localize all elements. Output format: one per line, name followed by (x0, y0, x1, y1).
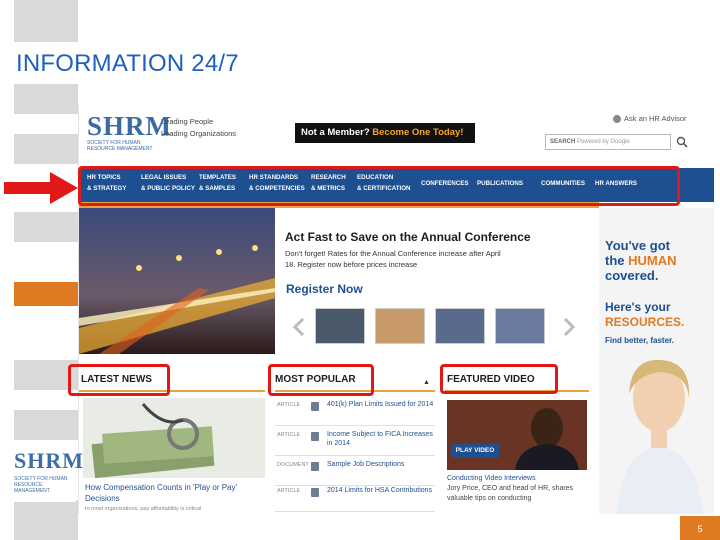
slide-deco-bar (14, 0, 78, 42)
carousel-thumb[interactable] (315, 308, 365, 344)
ad-headline: You've got the HUMAN covered. (605, 238, 714, 283)
hero-text: Act Fast to Save on the Annual Conferenc… (285, 230, 585, 270)
search-placeholder: Powered by Google (577, 139, 630, 145)
slide-title: INFORMATION 24/7 (16, 50, 239, 77)
nav-highlight-box (78, 166, 680, 206)
ad-line: RESOURCES. (605, 315, 685, 329)
latest-news-highlight-box (68, 364, 170, 396)
slide-deco-bar (14, 500, 78, 540)
popular-link[interactable]: Income Subject to FICA Increases in 2014 (327, 430, 435, 448)
logo-subtext: SOCIETY FOR HUMAN RESOURCE MANAGEMENT (87, 140, 153, 152)
play-video-button[interactable]: PLAY VIDEO (451, 444, 499, 458)
ad-line: You've got (605, 238, 670, 253)
article-icon (311, 432, 319, 441)
advisor-icon (613, 115, 621, 124)
chevron-right-icon[interactable] (563, 318, 575, 336)
latest-news-summary: In most organizations, pay affordability… (85, 506, 202, 512)
popular-link[interactable]: Sample Job Descriptions (327, 460, 435, 469)
slide-deco-bar (14, 410, 78, 440)
arrow-right-icon (4, 172, 78, 204)
search-input[interactable]: SEARCH Powered by Google (545, 134, 671, 150)
featured-video-text: Conducting Video Interviews Jory Price, … (447, 474, 587, 504)
popular-row[interactable]: ARTICLE 401(k) Plan Limits Issued for 20… (275, 398, 435, 426)
hero-image[interactable] (79, 208, 275, 354)
hero-title[interactable]: Act Fast to Save on the Annual Conferenc… (285, 230, 585, 244)
shrm-logo[interactable]: SHRM SOCIETY FOR HUMAN RESOURCE MANAGEME… (87, 111, 172, 158)
popular-link[interactable]: 401(k) Plan Limits Issued for 2014 (327, 400, 435, 409)
popular-type: DOCUMENT (277, 462, 309, 468)
site-header: SHRM SOCIETY FOR HUMAN RESOURCE MANAGEME… (79, 104, 714, 168)
member-cta: Become One Today! (372, 127, 464, 138)
slide-logo-subtext: SOCIETY FOR HUMAN RESOURCE MANAGEMENT (14, 476, 68, 494)
logo-text: SHRM (87, 111, 172, 141)
popular-type: ARTICLE (277, 432, 301, 438)
carousel-thumb[interactable] (435, 308, 485, 344)
featured-video-description: Jory Price, CEO and head of HR, shares v… (447, 485, 574, 502)
member-prefix: Not a Member? (301, 127, 370, 138)
latest-news-image[interactable] (83, 398, 265, 478)
register-now-link[interactable]: Register Now (286, 282, 363, 296)
popular-row[interactable]: DOCUMENT Sample Job Descriptions (275, 458, 435, 486)
tagline-line: Leading People (161, 117, 214, 126)
most-popular-highlight-box (268, 364, 374, 396)
article-icon (311, 488, 319, 497)
slide-deco-bar (14, 212, 78, 242)
become-member-button[interactable]: Not a Member? Become One Today! (295, 123, 475, 143)
slide-deco-bar-orange (14, 282, 78, 306)
slide-shrm-logo: SHRM SOCIETY FOR HUMAN RESOURCE MANAGEME… (14, 448, 84, 502)
scroll-up-icon[interactable]: ▲ (423, 379, 430, 386)
ad-tagline: Find better, faster. (605, 336, 674, 345)
carousel (293, 308, 583, 346)
popular-link[interactable]: 2014 Limits for HSA Contributions (327, 486, 435, 495)
site-tagline: Leading People Leading Organizations (161, 116, 236, 140)
featured-video-highlight-box (440, 364, 558, 394)
carousel-thumb[interactable] (495, 308, 545, 344)
ask-link-label: Ask an HR Advisor (624, 114, 687, 123)
ad-subheadline: Here's your RESOURCES. (605, 300, 714, 330)
ad-line: the HUMAN (605, 253, 677, 268)
popular-row[interactable]: ARTICLE Income Subject to FICA Increases… (275, 428, 435, 456)
tagline-line: Leading Organizations (161, 129, 237, 138)
popular-type: ARTICLE (277, 488, 301, 494)
featured-video-thumbnail[interactable] (447, 400, 587, 470)
document-icon (311, 462, 319, 471)
ad-line: Here's your (605, 300, 671, 314)
search-label: SEARCH (550, 139, 576, 145)
carousel-thumb[interactable] (375, 308, 425, 344)
slide-logo-text: SHRM (14, 448, 84, 473)
latest-news-headline[interactable]: How Compensation Counts in 'Play or Pay'… (85, 482, 265, 504)
chevron-left-icon[interactable] (293, 318, 305, 336)
ad-line: covered. (605, 268, 659, 283)
hero-body: Don't forget! Rates for the Annual Confe… (285, 249, 501, 269)
popular-row[interactable]: ARTICLE 2014 Limits for HSA Contribution… (275, 484, 435, 512)
featured-video-title[interactable]: Conducting Video Interviews (447, 474, 587, 484)
slide-deco-bar (14, 84, 78, 114)
article-icon (311, 402, 319, 411)
popular-type: ARTICLE (277, 402, 301, 408)
page-number: 5 (680, 516, 720, 540)
search-icon[interactable] (676, 136, 688, 148)
slide-deco-bar (14, 134, 78, 164)
ad-person-image (617, 359, 703, 514)
ask-hr-advisor-link[interactable]: Ask an HR Advisor (613, 114, 687, 124)
